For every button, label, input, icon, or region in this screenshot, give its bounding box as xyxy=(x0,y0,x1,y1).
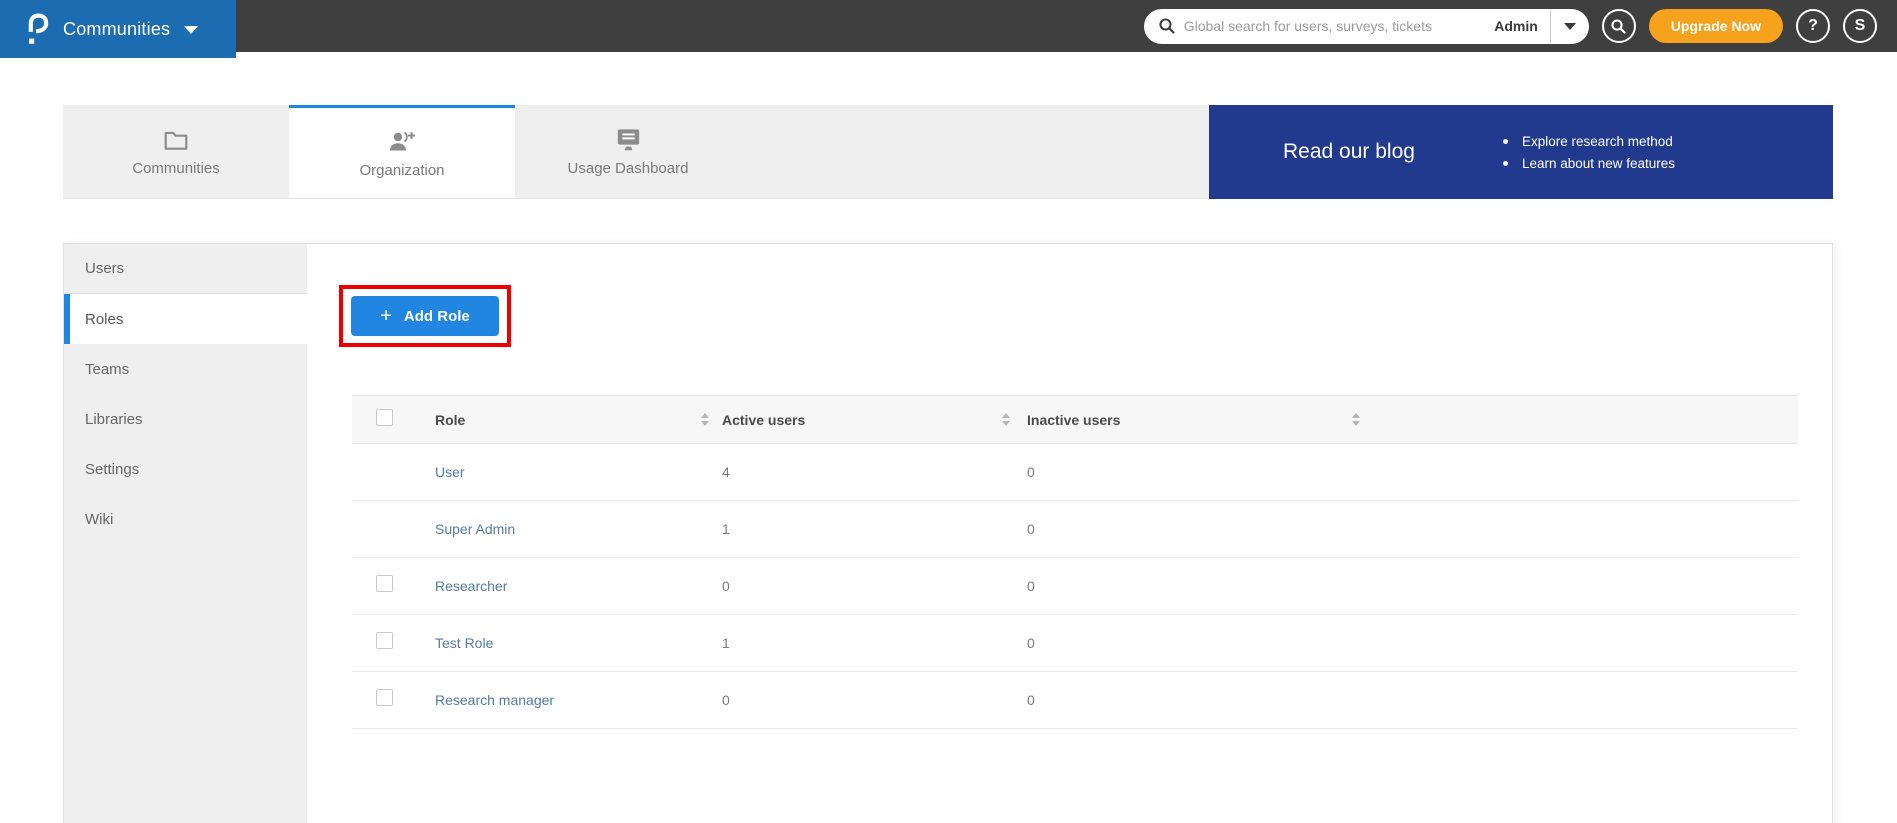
help-button[interactable]: ? xyxy=(1796,9,1830,43)
search-icon xyxy=(1158,17,1176,35)
active-users-value: 1 xyxy=(722,635,730,651)
banner-bullet: Learn about new features xyxy=(1503,156,1675,171)
banner-bullet: Explore research method xyxy=(1503,134,1675,149)
column-header-inactive-users: Inactive users xyxy=(1027,411,1121,428)
search-submit-button[interactable] xyxy=(1601,9,1636,43)
inactive-users-value: 0 xyxy=(1027,464,1035,480)
global-search-input[interactable] xyxy=(1175,18,1491,34)
roles-content: + Add Role Role Active users Inactive us… xyxy=(307,244,1832,823)
table-row: Researcher 0 0 xyxy=(352,558,1798,615)
active-users-value: 0 xyxy=(722,692,730,708)
tab-organization[interactable]: Organization xyxy=(289,105,515,198)
add-role-label: Add Role xyxy=(403,307,470,325)
active-users-value: 4 xyxy=(722,464,730,480)
app-window: Communities Admin xyxy=(0,0,1897,823)
table-row: Test Role 1 0 xyxy=(352,615,1798,672)
chevron-down-icon xyxy=(184,26,199,34)
tab-label: Usage Dashboard xyxy=(567,160,689,177)
add-role-button[interactable]: + Add Role xyxy=(351,296,499,336)
workspace-name: Communities xyxy=(63,18,171,39)
global-search: Admin xyxy=(1143,8,1589,44)
sidebar-item-label: Wiki xyxy=(85,510,114,528)
sidebar-item-settings[interactable]: Settings xyxy=(64,444,307,494)
plus-icon: + xyxy=(380,305,392,327)
person-add-icon xyxy=(387,128,417,154)
search-scope-dropdown[interactable]: Admin xyxy=(1490,9,1589,44)
sort-icon[interactable] xyxy=(701,413,709,426)
inactive-users-value: 0 xyxy=(1027,692,1035,708)
banner-bullet-list: Explore research method Learn about new … xyxy=(1503,127,1675,178)
sidebar-item-libraries[interactable]: Libraries xyxy=(64,394,307,444)
row-checkbox[interactable] xyxy=(376,632,393,649)
sidebar-item-label: Teams xyxy=(85,360,130,378)
active-users-value: 0 xyxy=(722,578,730,594)
tab-usage-dashboard[interactable]: Usage Dashboard xyxy=(515,105,741,198)
role-link[interactable]: Researcher xyxy=(435,578,507,594)
roles-table: Role Active users Inactive users User 4 … xyxy=(352,395,1798,729)
sidebar-item-roles[interactable]: Roles xyxy=(64,294,307,344)
role-link[interactable]: Test Role xyxy=(435,635,493,651)
red-highlight-annotation: + Add Role xyxy=(339,285,511,347)
table-row: Super Admin 1 0 xyxy=(352,501,1798,558)
inactive-users-value: 0 xyxy=(1027,578,1035,594)
folder-icon xyxy=(163,126,189,152)
chevron-down-icon xyxy=(1563,22,1576,30)
dashboard-icon xyxy=(615,126,642,152)
sidebar-item-wiki[interactable]: Wiki xyxy=(64,494,307,544)
banner-title: Read our blog xyxy=(1283,140,1415,163)
table-row: User 4 0 xyxy=(352,444,1798,501)
organization-sidebar: Users Roles Teams Libraries Settings Wik… xyxy=(64,244,307,823)
sort-icon[interactable] xyxy=(1352,413,1360,426)
tab-label: Organization xyxy=(359,161,445,179)
role-link[interactable]: Super Admin xyxy=(435,521,515,537)
active-users-value: 1 xyxy=(722,521,730,537)
column-header-role: Role xyxy=(435,411,466,428)
sidebar-item-label: Settings xyxy=(85,460,140,478)
blog-banner[interactable]: Read our blog Explore research method Le… xyxy=(1209,105,1833,199)
upgrade-now-button[interactable]: Upgrade Now xyxy=(1648,9,1783,43)
logo-p-icon xyxy=(26,12,49,46)
role-link[interactable]: User xyxy=(435,464,465,480)
search-icon xyxy=(1610,18,1627,35)
sidebar-item-users[interactable]: Users xyxy=(64,244,307,294)
search-scope-value: Admin xyxy=(1494,18,1538,34)
section-header-row: Communities Organization Usage Dashboard… xyxy=(63,105,1833,199)
tab-label: Communities xyxy=(132,160,220,177)
communities-workspace-menu[interactable]: Communities xyxy=(0,0,236,58)
role-link[interactable]: Research manager xyxy=(435,692,554,708)
organization-panel: Users Roles Teams Libraries Settings Wik… xyxy=(63,243,1833,823)
sidebar-item-label: Roles xyxy=(85,310,124,328)
inactive-users-value: 0 xyxy=(1027,521,1035,537)
navbar-right-cluster: Admin Upgrade Now ? S xyxy=(1143,0,1897,52)
column-header-active-users: Active users xyxy=(722,411,806,428)
top-navbar: Communities Admin xyxy=(0,0,1897,58)
inactive-users-value: 0 xyxy=(1027,635,1035,651)
sort-icon[interactable] xyxy=(1002,413,1010,426)
row-checkbox[interactable] xyxy=(376,575,393,592)
row-checkbox[interactable] xyxy=(376,689,393,706)
table-row: Research manager 0 0 xyxy=(352,672,1798,729)
sidebar-item-teams[interactable]: Teams xyxy=(64,344,307,394)
sidebar-item-label: Users xyxy=(85,260,125,277)
sidebar-item-label: Libraries xyxy=(85,410,143,428)
select-all-checkbox[interactable] xyxy=(376,408,393,426)
tab-communities[interactable]: Communities xyxy=(63,105,289,198)
avatar-button[interactable]: S xyxy=(1843,9,1877,43)
section-tabs: Communities Organization Usage Dashboard xyxy=(63,105,1209,199)
table-header-row: Role Active users Inactive users xyxy=(352,396,1798,444)
